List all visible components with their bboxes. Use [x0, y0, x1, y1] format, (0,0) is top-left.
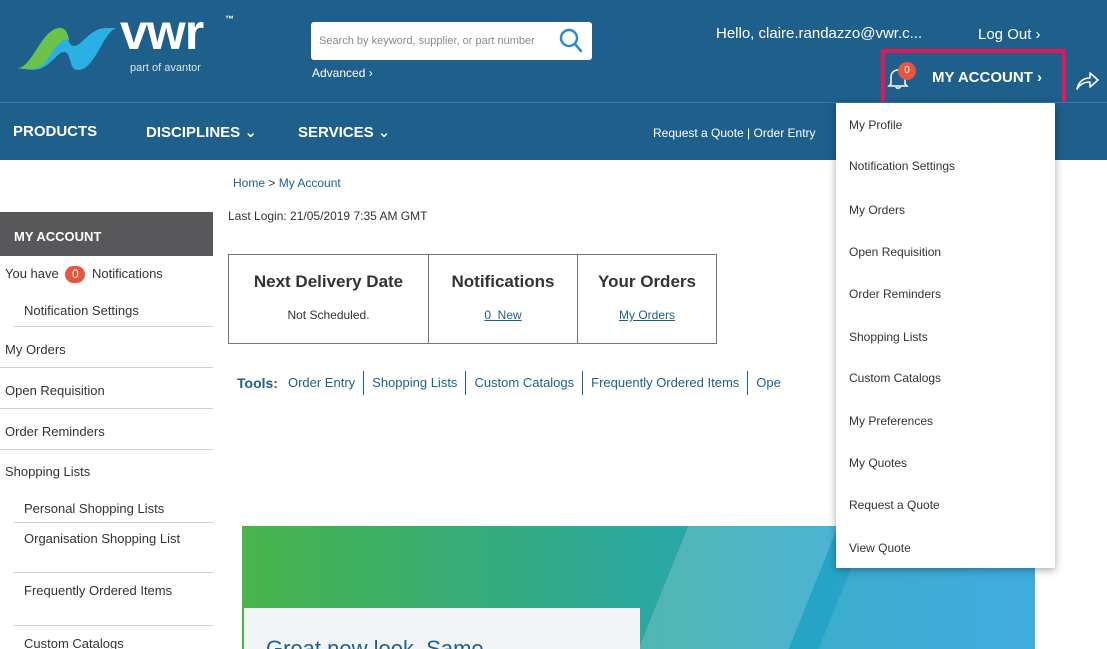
breadcrumb-separator: >	[265, 176, 279, 190]
sidebar-item-personal-shopping-lists[interactable]: Personal Shopping Lists	[14, 491, 213, 523]
menu-notification-settings[interactable]: Notification Settings	[849, 159, 955, 173]
last-login: Last Login: 21/05/2019 7:35 AM GMT	[228, 209, 428, 223]
share-icon[interactable]	[1074, 70, 1100, 92]
menu-open-requisition[interactable]: Open Requisition	[849, 245, 941, 259]
sidebar-item-my-orders[interactable]: My Orders	[0, 327, 213, 368]
sidebar-notif-prefix: You have	[5, 266, 59, 281]
logo-tagline: part of avantor	[130, 62, 201, 74]
banner-headline: Great new look. Same	[266, 636, 484, 649]
sidebar-notif-badge: 0	[65, 266, 86, 283]
menu-custom-catalogs[interactable]: Custom Catalogs	[849, 371, 941, 385]
sidebar-item-organisation-shopping-list[interactable]: Organisation Shopping List	[14, 523, 213, 573]
logout-link[interactable]: Log Out ›	[978, 26, 1041, 43]
my-account-dropdown: My Profile Notification Settings My Orde…	[836, 103, 1055, 568]
summary-your-orders: Your Orders My Orders	[578, 255, 716, 343]
advanced-search-link[interactable]: Advanced ›	[312, 66, 373, 80]
tool-custom-catalogs[interactable]: Custom Catalogs	[465, 371, 582, 395]
menu-my-orders[interactable]: My Orders	[849, 203, 905, 217]
new-notifications-link[interactable]: 0 New	[484, 308, 521, 322]
banner-stripe	[635, 526, 839, 649]
tools-bar: Tools: Order Entry Shopping Lists Custom…	[237, 371, 789, 395]
nav-products[interactable]: PRODUCTS	[13, 123, 97, 140]
sidebar-item-shopping-lists[interactable]: Shopping Lists	[0, 450, 213, 491]
sidebar-item-order-reminders[interactable]: Order Reminders	[0, 409, 213, 450]
tools-label: Tools:	[237, 375, 278, 391]
site-header: vwr ™ part of avantor Advanced › Hello, …	[0, 0, 1107, 111]
menu-order-reminders[interactable]: Order Reminders	[849, 287, 941, 301]
menu-shopping-lists[interactable]: Shopping Lists	[849, 330, 928, 344]
my-orders-link[interactable]: My Orders	[619, 308, 675, 322]
breadcrumb: Home > My Account	[233, 176, 341, 190]
sidebar-item-label: Organisation Shopping List	[24, 531, 181, 546]
search-input[interactable]	[319, 26, 559, 56]
menu-my-preferences[interactable]: My Preferences	[849, 414, 933, 428]
sidebar-item-frequently-ordered-items[interactable]: Frequently Ordered Items	[14, 573, 213, 626]
sidebar-item-label: Open Requisition	[5, 383, 105, 398]
sidebar-item-open-requisition[interactable]: Open Requisition	[0, 368, 213, 409]
menu-view-quote[interactable]: View Quote	[849, 541, 911, 555]
tool-order-entry[interactable]: Order Entry	[288, 371, 363, 395]
sidebar-item-label: Custom Catalogs	[24, 636, 124, 649]
user-greeting: Hello, claire.randazzo@vwr.c...	[716, 25, 923, 42]
menu-my-quotes[interactable]: My Quotes	[849, 456, 907, 470]
nav-services[interactable]: SERVICES ⌄	[298, 123, 390, 141]
search-icon[interactable]	[558, 27, 584, 55]
summary-next-delivery: Next Delivery Date Not Scheduled.	[229, 255, 429, 343]
breadcrumb-home[interactable]: Home	[233, 176, 265, 190]
sidebar-item-label: Notification Settings	[24, 303, 139, 318]
tool-frequently-ordered-items[interactable]: Frequently Ordered Items	[582, 371, 747, 395]
breadcrumb-current[interactable]: My Account	[279, 176, 341, 190]
summary-heading: Your Orders	[598, 272, 696, 291]
sidebar-item-custom-catalogs[interactable]: Custom Catalogs	[14, 626, 213, 649]
avantor-wave-icon	[18, 28, 118, 70]
summary-heading: Next Delivery Date	[253, 272, 404, 291]
sidebar-notif-suffix: Notifications	[92, 266, 163, 281]
logo-wordmark: vwr	[120, 4, 204, 60]
sidebar-item-notification-settings[interactable]: Notification Settings	[14, 294, 213, 327]
tool-open-truncated[interactable]: Ope	[747, 371, 789, 395]
menu-my-profile[interactable]: My Profile	[849, 118, 902, 132]
summary-notifications: Notifications 0 New	[429, 255, 578, 343]
summary-value: Not Scheduled.	[287, 308, 370, 322]
sidebar-item-label: My Orders	[5, 342, 66, 357]
nav-quick-links[interactable]: Request a Quote | Order Entry	[653, 126, 816, 140]
nav-disciplines[interactable]: DISCIPLINES ⌄	[146, 123, 257, 141]
menu-request-a-quote[interactable]: Request a Quote	[849, 498, 940, 512]
logo-trademark: ™	[225, 14, 234, 24]
sidebar-item-label: Personal Shopping Lists	[24, 501, 165, 516]
search-box	[311, 22, 592, 60]
sidebar-item-label: Order Reminders	[5, 424, 105, 439]
account-summary-table: Next Delivery Date Not Scheduled. Notifi…	[228, 254, 717, 344]
sidebar-title: MY ACCOUNT	[0, 212, 213, 256]
banner-card: Great new look. Same	[244, 608, 640, 649]
sidebar-notifications[interactable]: You have 0 Notifications	[0, 262, 213, 292]
summary-heading: Notifications	[451, 272, 555, 291]
sidebar-item-label: Shopping Lists	[5, 464, 91, 479]
tool-shopping-lists[interactable]: Shopping Lists	[363, 371, 465, 395]
sidebar-item-label: Frequently Ordered Items	[24, 583, 173, 598]
